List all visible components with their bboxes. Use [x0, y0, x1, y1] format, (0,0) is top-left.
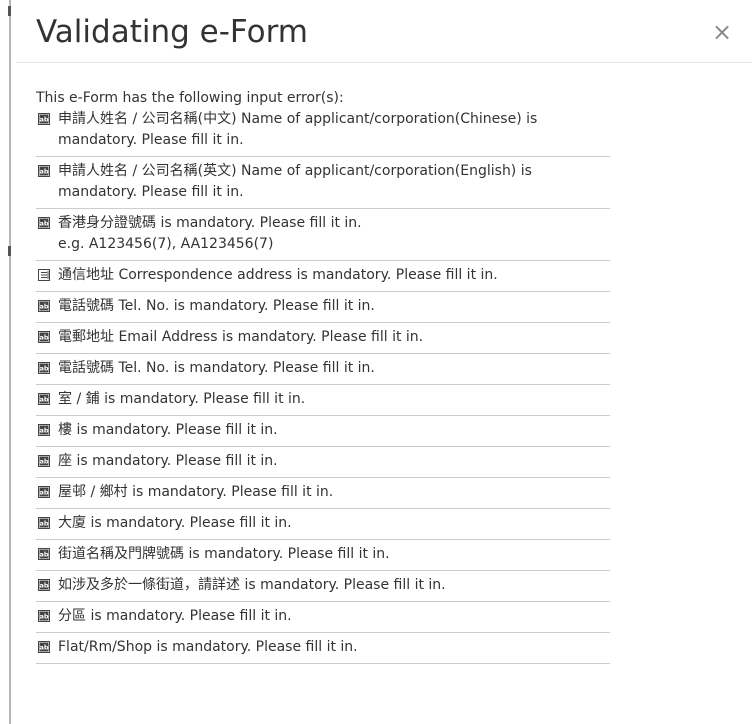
text-field-icon: ab	[38, 391, 50, 405]
svg-text:ab: ab	[39, 582, 48, 590]
text-field-icon: ab	[38, 484, 50, 498]
text-field-icon: ab	[38, 639, 50, 653]
error-item[interactable]: ab 街道名稱及門牌號碼 is mandatory. Please fill it…	[36, 540, 610, 571]
intro-text: This e-Form has the following input erro…	[36, 90, 344, 106]
error-item[interactable]: ab 電話號碼 Tel. No. is mandatory. Please fil…	[36, 292, 610, 323]
error-message: 電郵地址 Email Address is mandatory. Please …	[58, 329, 424, 345]
error-message: 屋邨 / 鄉村 is mandatory. Please fill it in.	[58, 484, 334, 500]
text-field-icon: ab	[38, 111, 50, 125]
svg-text:ab: ab	[39, 520, 48, 528]
error-item[interactable]: ab 電話號碼 Tel. No. is mandatory. Please fil…	[36, 354, 610, 385]
svg-text:ab: ab	[39, 644, 48, 652]
error-item[interactable]: ab 座 is mandatory. Please fill it in.	[36, 447, 610, 478]
svg-text:ab: ab	[39, 613, 48, 621]
text-area-icon	[38, 267, 50, 281]
svg-text:ab: ab	[39, 458, 48, 466]
error-message: 大廈 is mandatory. Please fill it in.	[58, 515, 292, 531]
error-item[interactable]: ab 申請人姓名 / 公司名稱(英文) Name of applicant/cor…	[36, 157, 610, 209]
error-item[interactable]: ab 樓 is mandatory. Please fill it in.	[36, 416, 610, 447]
svg-text:ab: ab	[39, 168, 48, 176]
validation-dialog: Validating e-Form × This e-Form has the …	[16, 0, 752, 724]
error-message: 申請人姓名 / 公司名稱(中文) Name of applicant/corpo…	[58, 111, 538, 148]
dialog-title: Validating e-Form	[36, 14, 308, 50]
text-field-icon: ab	[38, 546, 50, 560]
error-message: 申請人姓名 / 公司名稱(英文) Name of applicant/corpo…	[58, 163, 532, 200]
error-message: 樓 is mandatory. Please fill it in.	[58, 422, 278, 438]
error-item[interactable]: ab 電郵地址 Email Address is mandatory. Pleas…	[36, 323, 610, 354]
text-field-icon: ab	[38, 577, 50, 591]
svg-text:ab: ab	[39, 489, 48, 497]
error-item[interactable]: ab 如涉及多於一條街道，請詳述 is mandatory. Please fil…	[36, 571, 610, 602]
text-field-icon: ab	[38, 515, 50, 529]
error-message: 通信地址 Correspondence address is mandatory…	[58, 267, 498, 283]
error-message: 室 / 鋪 is mandatory. Please fill it in.	[58, 391, 306, 407]
text-field-icon: ab	[38, 329, 50, 343]
text-field-icon: ab	[38, 215, 50, 229]
error-message: 電話號碼 Tel. No. is mandatory. Please fill …	[58, 298, 375, 314]
error-item[interactable]: ab 大廈 is mandatory. Please fill it in.	[36, 509, 610, 540]
error-item[interactable]: ab 申請人姓名 / 公司名稱(中文) Name of applicant/cor…	[36, 108, 610, 157]
error-message: 分區 is mandatory. Please fill it in.	[58, 608, 292, 624]
svg-text:ab: ab	[39, 220, 48, 228]
error-item[interactable]: 通信地址 Correspondence address is mandatory…	[36, 261, 610, 292]
text-field-icon: ab	[38, 422, 50, 436]
error-message: 香港身分證號碼 is mandatory. Please fill it in.	[58, 215, 362, 231]
background-window-edge	[0, 0, 16, 724]
svg-text:ab: ab	[39, 303, 48, 311]
svg-text:ab: ab	[39, 334, 48, 342]
error-message: 座 is mandatory. Please fill it in.	[58, 453, 278, 469]
text-field-icon: ab	[38, 163, 50, 177]
error-item[interactable]: ab 分區 is mandatory. Please fill it in.	[36, 602, 610, 633]
svg-text:ab: ab	[39, 116, 48, 124]
text-field-icon: ab	[38, 298, 50, 312]
svg-text:ab: ab	[39, 396, 48, 404]
error-message: 如涉及多於一條街道，請詳述 is mandatory. Please fill …	[58, 577, 446, 593]
svg-text:ab: ab	[39, 551, 48, 559]
text-field-icon: ab	[38, 360, 50, 374]
dialog-header: Validating e-Form ×	[16, 0, 752, 63]
edge-marker	[8, 246, 11, 256]
error-list: ab 申請人姓名 / 公司名稱(中文) Name of applicant/cor…	[36, 108, 610, 664]
close-icon[interactable]: ×	[710, 20, 734, 44]
text-field-icon: ab	[38, 453, 50, 467]
svg-text:ab: ab	[39, 365, 48, 373]
text-field-icon: ab	[38, 608, 50, 622]
error-message: 電話號碼 Tel. No. is mandatory. Please fill …	[58, 360, 375, 376]
format-hint: e.g. A123456(7), AA123456(7)	[58, 236, 274, 252]
error-item[interactable]: ab 屋邨 / 鄉村 is mandatory. Please fill it i…	[36, 478, 610, 509]
error-item[interactable]: ab 香港身分證號碼 is mandatory. Please fill it i…	[36, 209, 610, 261]
error-item[interactable]: ab Flat/Rm/Shop is mandatory. Please fill…	[36, 633, 610, 664]
edge-marker	[8, 6, 11, 16]
error-message: 街道名稱及門牌號碼 is mandatory. Please fill it i…	[58, 546, 390, 562]
dialog-body: This e-Form has the following input erro…	[16, 63, 752, 724]
error-message: Flat/Rm/Shop is mandatory. Please fill i…	[58, 639, 358, 655]
window-border	[9, 0, 11, 724]
svg-text:ab: ab	[39, 427, 48, 435]
error-item[interactable]: ab 室 / 鋪 is mandatory. Please fill it in.	[36, 385, 610, 416]
